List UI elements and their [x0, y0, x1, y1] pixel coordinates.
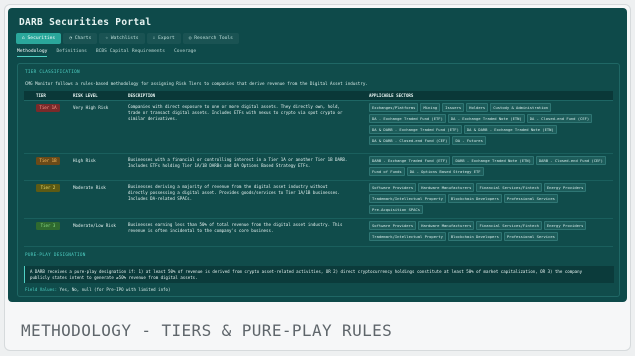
- sector-tags: Exchanges/Platforms Mining Issuers Holde…: [369, 103, 609, 145]
- table-row: Tier 1A Very High Risk Companies with di…: [24, 101, 613, 154]
- field-values-text: Yes, No, null (for Pre-IPO with limited …: [59, 287, 171, 292]
- sector-tag: Trademark/Intellectual Property: [369, 232, 446, 241]
- table-row: Tier 3 Moderate/Low Risk Businesses earn…: [24, 219, 613, 247]
- sub-tabs: Methodology Definitions BCBS Capital Req…: [17, 49, 196, 57]
- risk-level: Moderate/Low Risk: [73, 223, 116, 228]
- sector-tag: Blockchain Developers: [447, 194, 502, 203]
- tier-table-header: TIER RISK LEVEL DESCRIPTION APPLICABLE S…: [24, 91, 613, 101]
- screenshot-card: DARB Securities Portal ⌂ Securities ◔ Ch…: [4, 4, 631, 351]
- table-row: Tier 1B High Risk Businesses with a fina…: [24, 154, 613, 181]
- sector-tag: Holders: [466, 103, 489, 112]
- sector-tag: Pre-Acquisition SPACs: [369, 205, 424, 214]
- table-row: Tier 2 Moderate Risk Businesses deriving…: [24, 181, 613, 219]
- screenshot-caption: METHODOLOGY - TIERS & PURE-PLAY RULES: [21, 321, 393, 340]
- methodology-panel: TIER CLASSIFICATION CMG Monitor follows …: [17, 63, 620, 297]
- risk-level: Very High Risk: [73, 105, 109, 110]
- portal-window: DARB Securities Portal ⌂ Securities ◔ Ch…: [8, 8, 627, 302]
- sector-tag: Blockchain Developers: [447, 232, 502, 241]
- sector-tag: Trademark/Intellectual Property: [369, 194, 446, 203]
- tier-description: Companies with direct exposure to one or…: [128, 104, 358, 122]
- nav-securities-button[interactable]: ⌂ Securities: [16, 33, 62, 44]
- sector-tag: Mining: [420, 103, 441, 112]
- sector-tag: DA & DARB - Closed-end Fund (CEF): [369, 136, 451, 145]
- tier-description: Businesses earning less than 50% of tota…: [128, 222, 358, 234]
- sector-tag: DA & DARB - Exchange Traded Fund (ETF): [369, 125, 462, 134]
- sector-tag: DARB - Exchange Traded Note (ETN): [452, 156, 534, 165]
- sector-tag: Custody & Administration: [490, 103, 552, 112]
- tab-methodology[interactable]: Methodology: [17, 49, 48, 57]
- sector-tag: DA - Futures: [452, 136, 486, 145]
- header-description: DESCRIPTION: [128, 93, 156, 98]
- sector-tags: DARB - Exchange Traded Fund (ETF) DARB -…: [369, 156, 609, 176]
- description-line: Includes ETFs holding Tier 1A/1B DARBs a…: [128, 163, 311, 168]
- tier-classification-heading: TIER CLASSIFICATION: [25, 70, 80, 75]
- tier-badge: Tier 1B: [36, 157, 60, 165]
- tier-description: Businesses with a financial or controlli…: [128, 157, 358, 169]
- pure-play-rule-box: A DARB receives a pure-play designation …: [24, 266, 614, 283]
- header-applicable-sectors: APPLICABLE SECTORS: [369, 93, 414, 98]
- tier-badge: Tier 3: [36, 222, 60, 230]
- nav-charts-button[interactable]: ◔ Charts: [63, 33, 98, 44]
- sector-tags: Software Providers Hardware Manufacturer…: [369, 183, 609, 214]
- description-line: Includes DA-related SPACs.: [128, 196, 193, 201]
- sector-tag: DARB - Closed-end Fund (CEF): [535, 156, 606, 165]
- portal-title: DARB Securities Portal: [19, 17, 152, 28]
- sector-tag: Issuers: [442, 103, 465, 112]
- pure-play-heading: PURE-PLAY DESIGNATION: [25, 253, 86, 258]
- sector-tag: Energy Providers: [543, 183, 587, 192]
- sector-tag: Hardware Manufacturers: [418, 183, 475, 192]
- tier-badge: Tier 2: [36, 184, 60, 192]
- sector-tag: Financial Services/Fintech: [476, 221, 542, 230]
- sector-tag: Professional Services: [503, 232, 558, 241]
- sector-tags: Software Providers Hardware Manufacturer…: [369, 221, 609, 241]
- tier-intro-text: CMG Monitor follows a rules-based method…: [25, 81, 368, 86]
- nav-watchlists-button[interactable]: ☆ Watchlists: [99, 33, 145, 44]
- header-risk-level: RISK LEVEL: [73, 93, 98, 98]
- nav-export-button[interactable]: ⇩ Export: [146, 33, 181, 44]
- sector-tag: DA - Exchange Traded Fund (ETF): [369, 114, 446, 123]
- field-values-label: Field Values:: [25, 287, 58, 292]
- rule-line: publicly states intent to generate ≥50% …: [30, 275, 198, 280]
- tab-bcbs-capital-requirements[interactable]: BCBS Capital Requirements: [96, 49, 165, 57]
- sector-tag: Financial Services/Fintech: [476, 183, 542, 192]
- pure-play-rule-text: A DARB receives a pure-play designation …: [30, 269, 582, 281]
- sector-tag: Hardware Manufacturers: [418, 221, 475, 230]
- risk-level: Moderate Risk: [73, 185, 106, 190]
- tab-definitions[interactable]: Definitions: [56, 49, 86, 57]
- tier-badge: Tier 1A: [36, 104, 60, 112]
- tier-description: Businesses deriving a majority of revenu…: [128, 184, 358, 202]
- sector-tag: Exchanges/Platforms: [369, 103, 419, 112]
- risk-level: High Risk: [73, 158, 96, 163]
- sector-tag: DA - Closed-end Fund (CEF): [526, 114, 593, 123]
- nav-research-tools-button[interactable]: ◎ Research Tools: [182, 33, 239, 44]
- description-line: revenue is often incidental to the compa…: [128, 228, 274, 233]
- tab-coverage[interactable]: Coverage: [174, 49, 196, 57]
- sector-tag: Fund of Funds: [369, 167, 405, 176]
- sector-tag: DA & DARB - Exchange Traded Note (ETN): [463, 125, 557, 134]
- sector-tag: DARB - Exchange Traded Fund (ETF): [369, 156, 451, 165]
- sector-tag: DA - Exchange Traded Note (ETN): [447, 114, 525, 123]
- field-values: Field Values: Yes, No, null (for Pre-IPO…: [25, 287, 170, 292]
- sector-tag: Professional Services: [503, 194, 558, 203]
- main-nav: ⌂ Securities ◔ Charts ☆ Watchlists ⇩ Exp…: [16, 33, 239, 45]
- sector-tag: Energy Providers: [543, 221, 587, 230]
- sector-tag: Software Providers: [369, 221, 417, 230]
- sector-tag: DA - Options Based Strategy ETF: [406, 167, 484, 176]
- sector-tag: Software Providers: [369, 183, 417, 192]
- description-line: similar derivatives.: [128, 116, 178, 121]
- header-tier: TIER: [36, 93, 46, 98]
